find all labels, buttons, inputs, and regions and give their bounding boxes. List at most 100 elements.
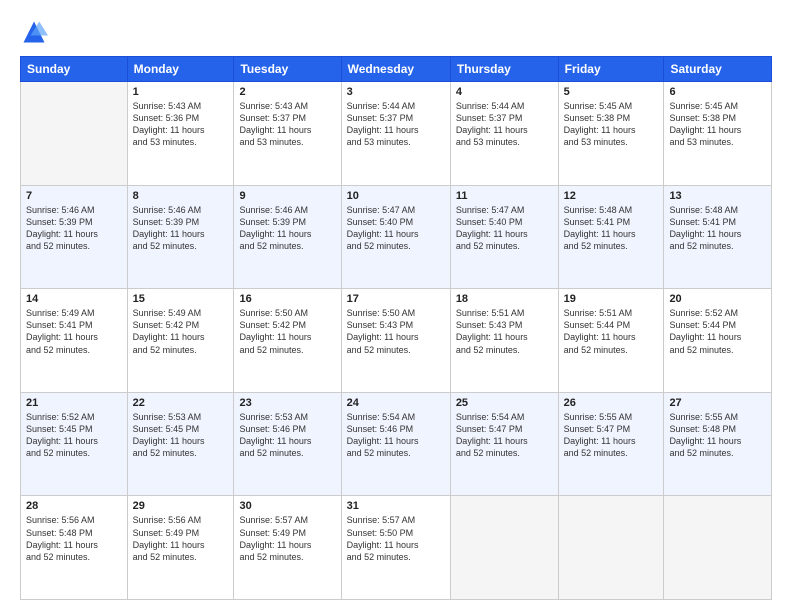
calendar-day-cell: 4 Sunrise: 5:44 AM Sunset: 5:37 PM Daylig… — [450, 82, 558, 186]
day-info: Sunrise: 5:46 AM Sunset: 5:39 PM Dayligh… — [26, 204, 122, 253]
header — [20, 18, 772, 46]
day-info: Sunrise: 5:57 AM Sunset: 5:50 PM Dayligh… — [347, 514, 445, 563]
day-info: Sunrise: 5:50 AM Sunset: 5:42 PM Dayligh… — [239, 307, 335, 356]
day-number: 10 — [347, 190, 445, 202]
day-info: Sunrise: 5:44 AM Sunset: 5:37 PM Dayligh… — [456, 100, 553, 149]
calendar-day-cell: 3 Sunrise: 5:44 AM Sunset: 5:37 PM Daylig… — [341, 82, 450, 186]
calendar-day-cell: 6 Sunrise: 5:45 AM Sunset: 5:38 PM Daylig… — [664, 82, 772, 186]
day-info: Sunrise: 5:48 AM Sunset: 5:41 PM Dayligh… — [564, 204, 659, 253]
calendar-week-row: 7Sunrise: 5:46 AM Sunset: 5:39 PM Daylig… — [21, 185, 772, 289]
calendar-day-cell: 11 Sunrise: 5:47 AM Sunset: 5:40 PM Dayli… — [450, 185, 558, 289]
calendar-day-cell: 17 Sunrise: 5:50 AM Sunset: 5:43 PM Dayli… — [341, 289, 450, 393]
day-info: Sunrise: 5:55 AM Sunset: 5:47 PM Dayligh… — [564, 411, 659, 460]
calendar-day-cell: 21 Sunrise: 5:52 AM Sunset: 5:45 PM Dayli… — [21, 392, 128, 496]
calendar-day-cell: 1 Sunrise: 5:43 AM Sunset: 5:36 PM Daylig… — [127, 82, 234, 186]
day-number: 21 — [26, 397, 122, 409]
calendar-day-cell: 27 Sunrise: 5:55 AM Sunset: 5:48 PM Dayli… — [664, 392, 772, 496]
day-info: Sunrise: 5:43 AM Sunset: 5:36 PM Dayligh… — [133, 100, 229, 149]
calendar-week-row: 14 Sunrise: 5:49 AM Sunset: 5:41 PM Dayli… — [21, 289, 772, 393]
calendar-day-cell: 26 Sunrise: 5:55 AM Sunset: 5:47 PM Dayli… — [558, 392, 664, 496]
day-number: 2 — [239, 86, 335, 98]
day-info: Sunrise: 5:51 AM Sunset: 5:44 PM Dayligh… — [564, 307, 659, 356]
calendar-day-cell: 10 Sunrise: 5:47 AM Sunset: 5:40 PM Dayli… — [341, 185, 450, 289]
calendar-day-cell: 30Sunrise: 5:57 AM Sunset: 5:49 PM Dayli… — [234, 496, 341, 600]
day-number: 28 — [26, 500, 122, 512]
day-number: 17 — [347, 293, 445, 305]
calendar-day-cell: 16 Sunrise: 5:50 AM Sunset: 5:42 PM Dayli… — [234, 289, 341, 393]
calendar-day-cell: 31 Sunrise: 5:57 AM Sunset: 5:50 PM Dayli… — [341, 496, 450, 600]
day-info: Sunrise: 5:51 AM Sunset: 5:43 PM Dayligh… — [456, 307, 553, 356]
day-number: 23 — [239, 397, 335, 409]
day-info: Sunrise: 5:52 AM Sunset: 5:44 PM Dayligh… — [669, 307, 766, 356]
page: SundayMondayTuesdayWednesdayThursdayFrid… — [0, 0, 792, 612]
day-info: Sunrise: 5:53 AM Sunset: 5:46 PM Dayligh… — [239, 411, 335, 460]
weekday-header: Tuesday — [234, 57, 341, 82]
day-number: 6 — [669, 86, 766, 98]
day-info: Sunrise: 5:47 AM Sunset: 5:40 PM Dayligh… — [456, 204, 553, 253]
calendar-day-cell: 13Sunrise: 5:48 AM Sunset: 5:41 PM Dayli… — [664, 185, 772, 289]
calendar-day-cell: 12 Sunrise: 5:48 AM Sunset: 5:41 PM Dayli… — [558, 185, 664, 289]
calendar-day-cell: 5 Sunrise: 5:45 AM Sunset: 5:38 PM Daylig… — [558, 82, 664, 186]
day-info: Sunrise: 5:47 AM Sunset: 5:40 PM Dayligh… — [347, 204, 445, 253]
day-number: 24 — [347, 397, 445, 409]
calendar-day-cell: 19 Sunrise: 5:51 AM Sunset: 5:44 PM Dayli… — [558, 289, 664, 393]
calendar-day-cell: 18 Sunrise: 5:51 AM Sunset: 5:43 PM Dayli… — [450, 289, 558, 393]
day-number: 14 — [26, 293, 122, 305]
day-number: 9 — [239, 190, 335, 202]
day-number: 27 — [669, 397, 766, 409]
weekday-header: Wednesday — [341, 57, 450, 82]
calendar-day-cell — [664, 496, 772, 600]
calendar-day-cell: 9 Sunrise: 5:46 AM Sunset: 5:39 PM Daylig… — [234, 185, 341, 289]
day-info: Sunrise: 5:54 AM Sunset: 5:47 PM Dayligh… — [456, 411, 553, 460]
day-info: Sunrise: 5:43 AM Sunset: 5:37 PM Dayligh… — [239, 100, 335, 149]
calendar-day-cell: 22Sunrise: 5:53 AM Sunset: 5:45 PM Dayli… — [127, 392, 234, 496]
day-number: 3 — [347, 86, 445, 98]
calendar-day-cell: 14 Sunrise: 5:49 AM Sunset: 5:41 PM Dayli… — [21, 289, 128, 393]
day-number: 8 — [133, 190, 229, 202]
weekday-header: Saturday — [664, 57, 772, 82]
logo — [20, 18, 52, 46]
calendar-week-row: 1 Sunrise: 5:43 AM Sunset: 5:36 PM Daylig… — [21, 82, 772, 186]
day-number: 11 — [456, 190, 553, 202]
day-info: Sunrise: 5:46 AM Sunset: 5:39 PM Dayligh… — [239, 204, 335, 253]
day-number: 16 — [239, 293, 335, 305]
day-number: 4 — [456, 86, 553, 98]
calendar-day-cell — [21, 82, 128, 186]
calendar-day-cell: 28 Sunrise: 5:56 AM Sunset: 5:48 PM Dayli… — [21, 496, 128, 600]
day-info: Sunrise: 5:49 AM Sunset: 5:42 PM Dayligh… — [133, 307, 229, 356]
day-number: 30 — [239, 500, 335, 512]
day-number: 1 — [133, 86, 229, 98]
calendar-day-cell: 2 Sunrise: 5:43 AM Sunset: 5:37 PM Daylig… — [234, 82, 341, 186]
weekday-header: Sunday — [21, 57, 128, 82]
day-number: 20 — [669, 293, 766, 305]
day-number: 25 — [456, 397, 553, 409]
calendar-day-cell: 25 Sunrise: 5:54 AM Sunset: 5:47 PM Dayli… — [450, 392, 558, 496]
day-number: 26 — [564, 397, 659, 409]
calendar-week-row: 21 Sunrise: 5:52 AM Sunset: 5:45 PM Dayli… — [21, 392, 772, 496]
calendar-table: SundayMondayTuesdayWednesdayThursdayFrid… — [20, 56, 772, 600]
calendar-day-cell: 24Sunrise: 5:54 AM Sunset: 5:46 PM Dayli… — [341, 392, 450, 496]
day-number: 12 — [564, 190, 659, 202]
day-info: Sunrise: 5:56 AM Sunset: 5:49 PM Dayligh… — [133, 514, 229, 563]
day-number: 5 — [564, 86, 659, 98]
day-info: Sunrise: 5:44 AM Sunset: 5:37 PM Dayligh… — [347, 100, 445, 149]
day-info: Sunrise: 5:53 AM Sunset: 5:45 PM Dayligh… — [133, 411, 229, 460]
day-info: Sunrise: 5:49 AM Sunset: 5:41 PM Dayligh… — [26, 307, 122, 356]
day-info: Sunrise: 5:55 AM Sunset: 5:48 PM Dayligh… — [669, 411, 766, 460]
day-number: 18 — [456, 293, 553, 305]
calendar-day-cell: 23 Sunrise: 5:53 AM Sunset: 5:46 PM Dayli… — [234, 392, 341, 496]
calendar-day-cell: 20 Sunrise: 5:52 AM Sunset: 5:44 PM Dayli… — [664, 289, 772, 393]
logo-icon — [20, 18, 48, 46]
day-number: 31 — [347, 500, 445, 512]
day-info: Sunrise: 5:50 AM Sunset: 5:43 PM Dayligh… — [347, 307, 445, 356]
day-number: 13 — [669, 190, 766, 202]
day-info: Sunrise: 5:46 AM Sunset: 5:39 PM Dayligh… — [133, 204, 229, 253]
calendar-header-row: SundayMondayTuesdayWednesdayThursdayFrid… — [21, 57, 772, 82]
day-info: Sunrise: 5:52 AM Sunset: 5:45 PM Dayligh… — [26, 411, 122, 460]
day-number: 19 — [564, 293, 659, 305]
weekday-header: Friday — [558, 57, 664, 82]
day-info: Sunrise: 5:56 AM Sunset: 5:48 PM Dayligh… — [26, 514, 122, 563]
day-info: Sunrise: 5:45 AM Sunset: 5:38 PM Dayligh… — [669, 100, 766, 149]
day-info: Sunrise: 5:45 AM Sunset: 5:38 PM Dayligh… — [564, 100, 659, 149]
weekday-header: Thursday — [450, 57, 558, 82]
